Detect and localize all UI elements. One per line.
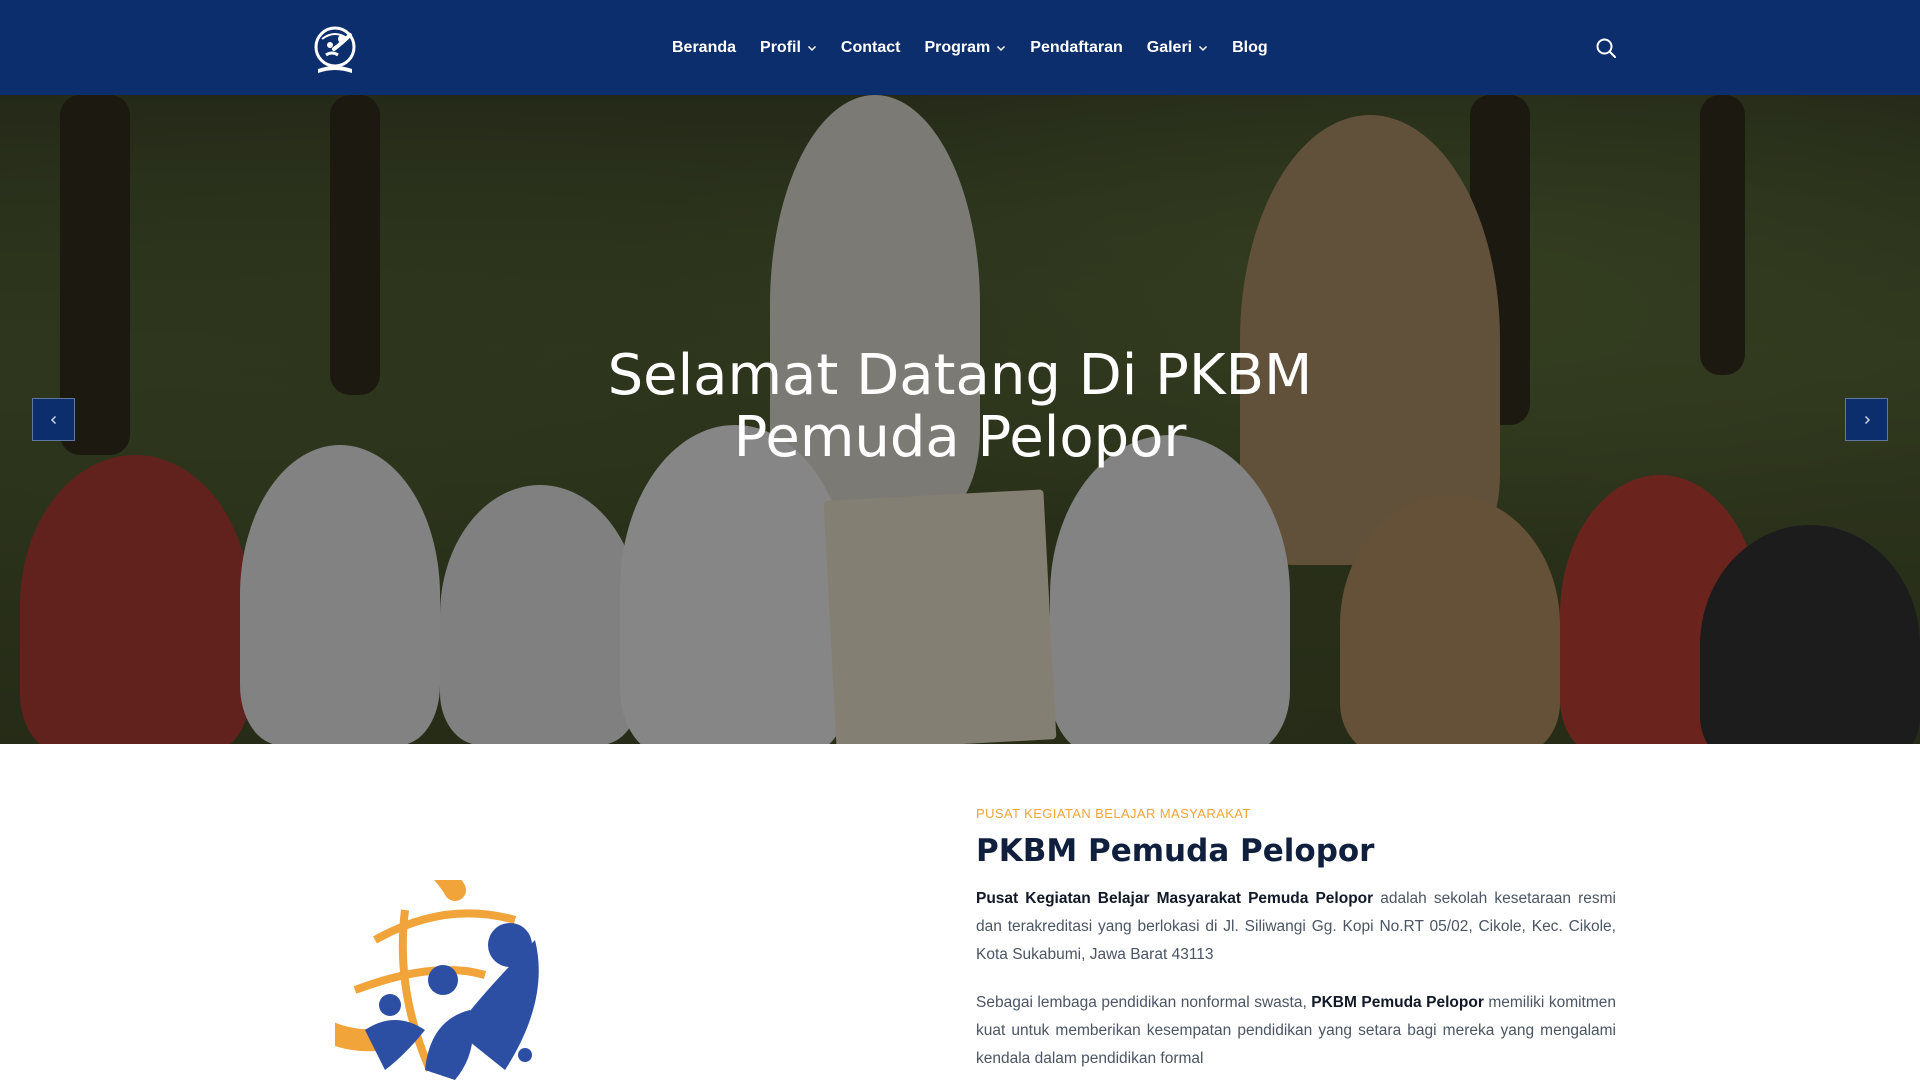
- nav-item-galeri[interactable]: Galeri: [1147, 39, 1208, 57]
- chevron-right-icon: [1864, 415, 1870, 424]
- nav-item-program[interactable]: Program: [924, 39, 1006, 57]
- nav-label: Program: [924, 38, 991, 56]
- nav-item-beranda[interactable]: Beranda: [672, 39, 736, 57]
- slider-next-button[interactable]: [1845, 398, 1888, 441]
- nav-item-blog[interactable]: Blog: [1232, 39, 1268, 57]
- hero-title: Selamat Datang Di PKBM Pemuda Pelopor: [460, 345, 1460, 469]
- pkbm-logo-icon: [335, 880, 539, 1080]
- nav-label: Pendaftaran: [1030, 38, 1123, 56]
- chevron-left-icon: [50, 415, 56, 424]
- nav-label: Beranda: [672, 38, 737, 56]
- about-p2-bold: PKBM Pemuda Pelopor: [1311, 994, 1484, 1011]
- nav-label: Blog: [1232, 38, 1268, 56]
- about-p1-bold: Pusat Kegiatan Belajar Masyarakat Pemuda…: [976, 890, 1374, 907]
- site-header: Beranda Profil Contact Program Pendaftar…: [0, 0, 1920, 95]
- search-icon[interactable]: [1595, 37, 1617, 59]
- about-paragraph-2: Sebagai lembaga pendidikan nonformal swa…: [976, 989, 1616, 1073]
- nav-label: Profil: [760, 38, 801, 56]
- nav-item-profil[interactable]: Profil: [760, 39, 817, 57]
- about-p2-start: Sebagai lembaga pendidikan nonformal swa…: [976, 994, 1312, 1011]
- chevron-down-icon: [997, 45, 1006, 51]
- about-eyebrow: PUSAT KEGIATAN BELAJAR MASYARAKAT: [976, 806, 1251, 821]
- hero-title-line2: Pemuda Pelopor: [733, 405, 1187, 470]
- nav-label: Contact: [840, 38, 901, 56]
- hero-slider: Selamat Datang Di PKBM Pemuda Pelopor: [0, 95, 1920, 744]
- about-paragraph-1: Pusat Kegiatan Belajar Masyarakat Pemuda…: [976, 885, 1616, 969]
- slider-prev-button[interactable]: [32, 398, 75, 441]
- hero-title-line1: Selamat Datang Di PKBM: [607, 343, 1313, 408]
- nav-item-pendaftaran[interactable]: Pendaftaran: [1030, 39, 1122, 57]
- site-logo-icon[interactable]: [312, 25, 358, 77]
- about-section: PUSAT KEGIATAN BELAJAR MASYARAKAT PKBM P…: [976, 806, 1616, 1073]
- about-title: PKBM Pemuda Pelopor: [976, 833, 1375, 869]
- chevron-down-icon: [807, 45, 816, 51]
- chevron-down-icon: [1199, 45, 1208, 51]
- nav-label: Galeri: [1146, 38, 1193, 56]
- nav-item-contact[interactable]: Contact: [841, 39, 901, 57]
- main-nav: Beranda Profil Contact Program Pendaftar…: [672, 0, 1292, 95]
